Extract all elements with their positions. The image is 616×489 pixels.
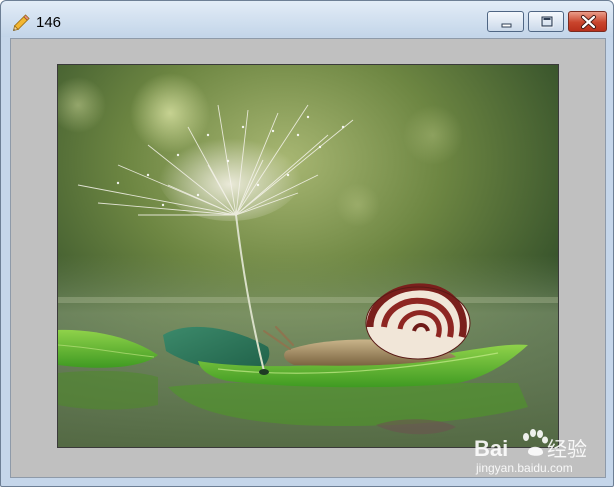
watermark-brand-latin: Bai: [474, 436, 508, 461]
minimize-button[interactable]: [487, 11, 524, 32]
photo-canvas: [58, 65, 558, 447]
baidu-watermark: Bai 经验 jingyan.baidu.com: [474, 424, 614, 476]
close-button[interactable]: [568, 11, 607, 32]
close-icon: [581, 15, 596, 29]
watermark-brand-cjk: 经验: [547, 437, 587, 461]
pencil-icon: [12, 14, 30, 32]
window-title: 146: [36, 14, 62, 31]
baidu-paw-logo: Bai 经验 jingyan.baidu.com: [474, 429, 587, 475]
title-bar[interactable]: 146: [1, 1, 613, 37]
watermark-url: jingyan.baidu.com: [475, 461, 573, 475]
maximize-button[interactable]: [528, 11, 564, 32]
photo-snail-dandelion: [57, 64, 559, 448]
maximize-icon: [540, 15, 554, 28]
minimize-icon: [501, 23, 512, 28]
